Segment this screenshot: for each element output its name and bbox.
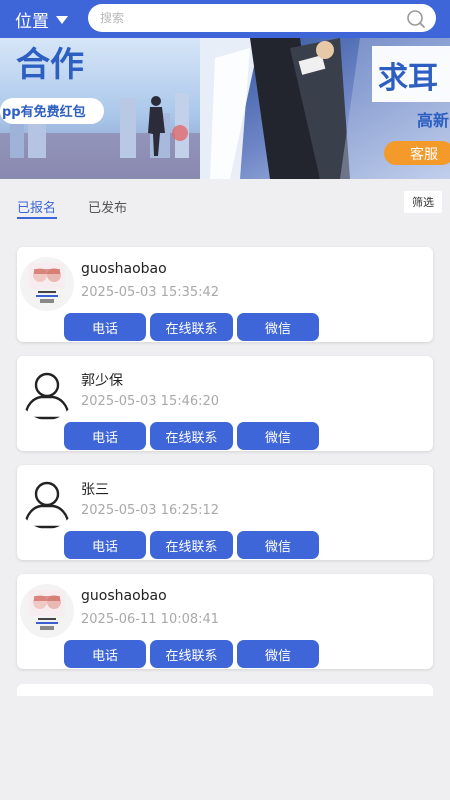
tab-registered[interactable]: 已报名 (17, 197, 56, 216)
online-contact-button[interactable]: 在线联系 (150, 422, 233, 450)
applicant-card[interactable]: 郭少保 2025-05-03 15:46:20 电话 在线联系 微信 (17, 356, 433, 451)
avatar (20, 584, 74, 638)
applied-time: 2025-06-11 10:08:41 (81, 612, 220, 627)
promo-banner[interactable]: 合作 pp有免费红包 求耳 高新 客服 (0, 38, 450, 179)
phone-button[interactable]: 电话 (64, 313, 146, 341)
banner-image: 合作 pp有免费红包 求耳 高新 客服 (0, 38, 450, 179)
online-contact-button[interactable]: 在线联系 (150, 313, 233, 341)
banner-left-title: 合作 (16, 45, 84, 85)
wechat-button[interactable]: 微信 (237, 640, 319, 668)
applicant-card-partial[interactable] (17, 684, 433, 696)
applicant-card[interactable]: guoshaobao 2025-05-03 15:35:42 电话 在线联系 微… (17, 247, 433, 342)
tab-published[interactable]: 已发布 (88, 197, 127, 216)
person-icon (23, 481, 71, 529)
location-label: 位置 (15, 11, 49, 32)
phone-button[interactable]: 电话 (64, 531, 146, 559)
applicant-name: guoshaobao (81, 261, 167, 277)
phone-button[interactable]: 电话 (64, 422, 146, 450)
applicant-name: 郭少保 (81, 373, 123, 389)
applicant-name: guoshaobao (81, 588, 167, 604)
wechat-button[interactable]: 微信 (237, 422, 319, 450)
search-box[interactable] (88, 4, 436, 32)
online-contact-button[interactable]: 在线联系 (150, 640, 233, 668)
applied-time: 2025-05-03 15:46:20 (81, 394, 220, 409)
applicant-name: 张三 (81, 482, 109, 498)
wechat-button[interactable]: 微信 (237, 531, 319, 559)
avatar (20, 475, 74, 529)
cake-avatar-icon (20, 584, 74, 638)
banner-right-title: 求耳 (378, 61, 438, 96)
online-contact-button[interactable]: 在线联系 (150, 531, 233, 559)
caret-down-icon (56, 16, 68, 24)
banner-right-subtitle: 高新 (417, 111, 449, 130)
filter-button[interactable]: 筛选 (404, 191, 442, 213)
search-icon[interactable] (406, 9, 426, 29)
location-selector[interactable]: 位置 (15, 7, 68, 32)
banner-service-button: 客服 (410, 146, 438, 163)
applicant-card[interactable]: 张三 2025-05-03 16:25:12 电话 在线联系 微信 (17, 465, 433, 560)
applied-time: 2025-05-03 16:25:12 (81, 503, 220, 518)
top-bar: 位置 (0, 0, 450, 38)
search-input[interactable] (100, 11, 390, 25)
applicant-card[interactable]: guoshaobao 2025-06-11 10:08:41 电话 在线联系 微… (17, 574, 433, 669)
avatar (20, 366, 74, 420)
wechat-button[interactable]: 微信 (237, 313, 319, 341)
tab-bar: 已报名 已发布 筛选 (0, 179, 450, 229)
phone-button[interactable]: 电话 (64, 640, 146, 668)
tab-indicator (17, 217, 57, 219)
banner-left-subtitle: pp有免费红包 (2, 104, 86, 120)
applied-time: 2025-05-03 15:35:42 (81, 285, 220, 300)
cake-avatar-icon (20, 257, 74, 311)
avatar (20, 257, 74, 311)
person-icon (23, 372, 71, 420)
